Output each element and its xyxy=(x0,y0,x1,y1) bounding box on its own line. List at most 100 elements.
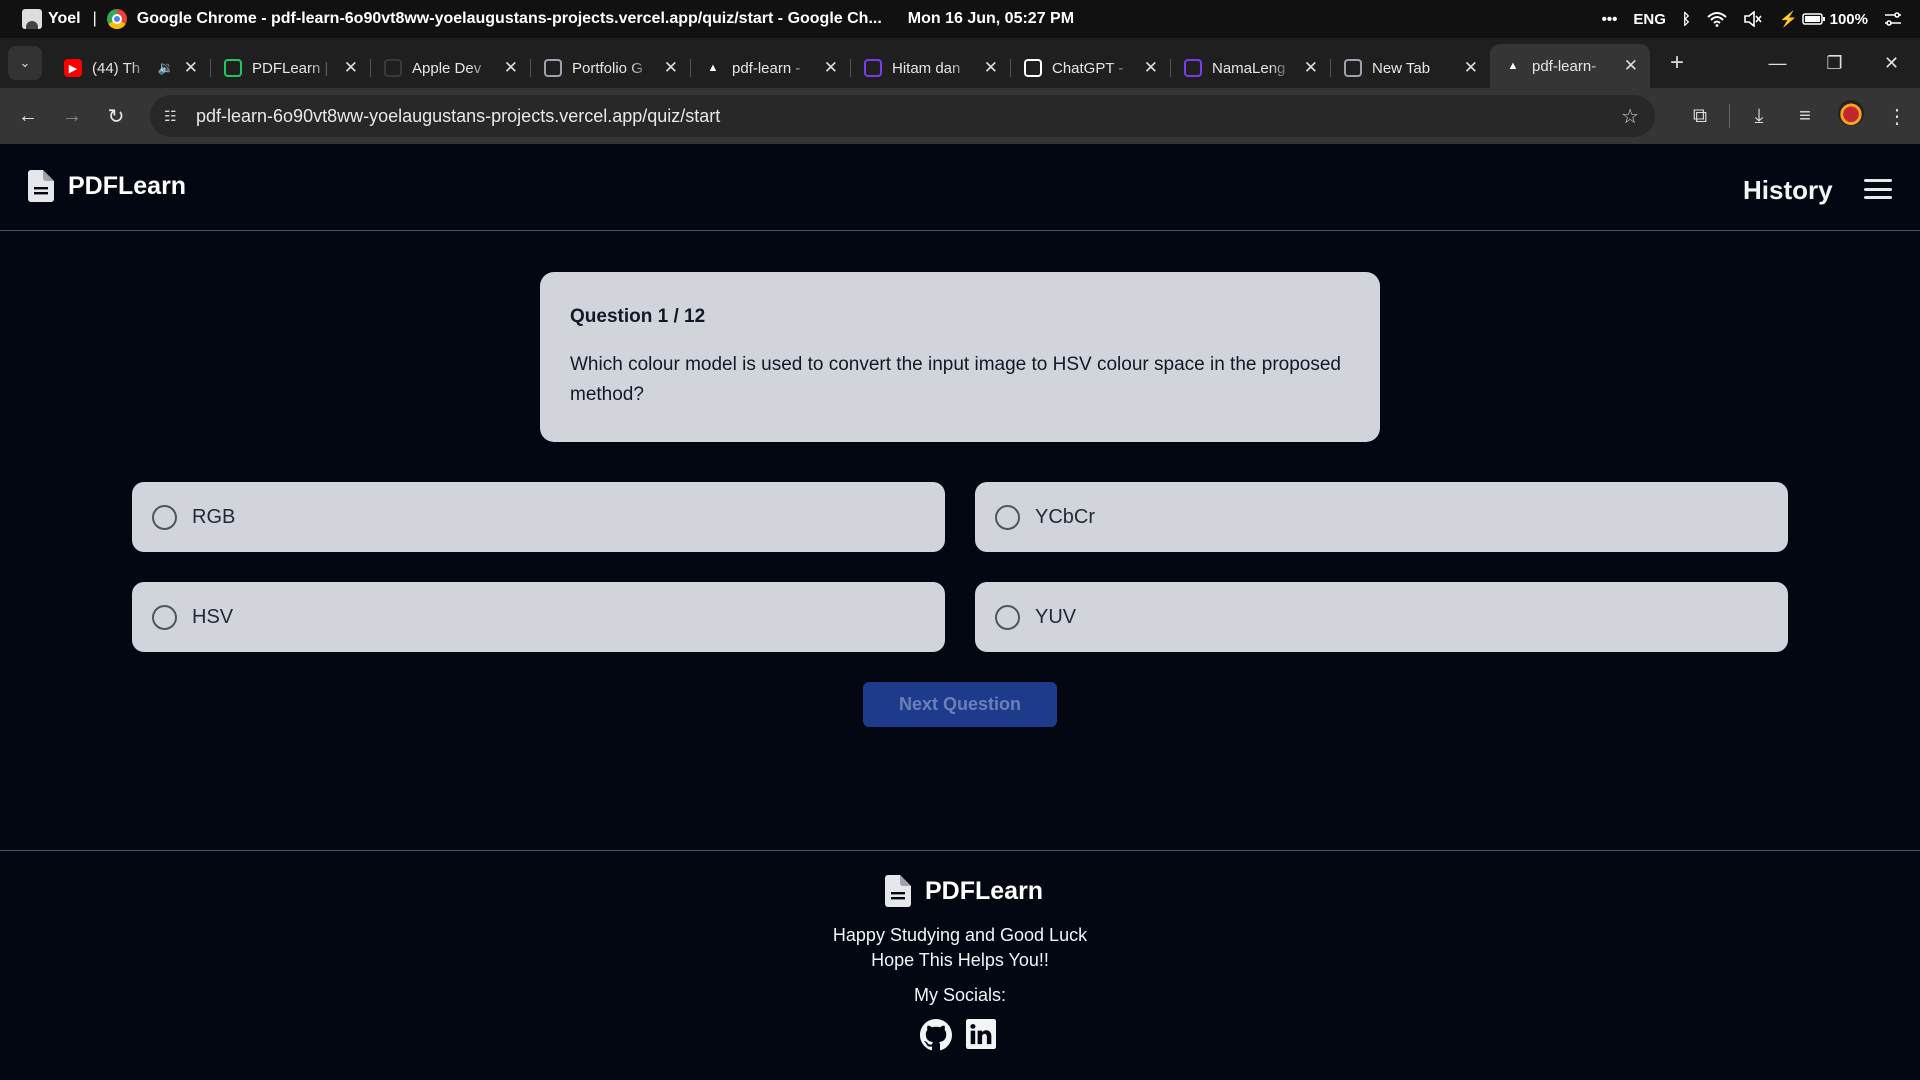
browser-tab[interactable]: Apple Dev ✕ xyxy=(370,48,530,88)
close-icon[interactable]: ✕ xyxy=(184,58,198,78)
option-label: HSV xyxy=(192,605,234,628)
radio-button[interactable] xyxy=(152,604,177,630)
option-label: YUV xyxy=(1035,605,1077,628)
bluetooth-icon[interactable]: ᛒ xyxy=(1682,11,1691,28)
toolbar-divider xyxy=(1729,104,1730,128)
vercel-icon: ▲ xyxy=(1507,60,1519,72)
profile-avatar[interactable] xyxy=(1828,100,1874,132)
browser-tab[interactable]: ChatGPT - ✕ xyxy=(1010,48,1170,88)
browser-tab[interactable]: Portfolio G ✕ xyxy=(530,48,690,88)
footer-tagline-2: Hope This Helps You!! xyxy=(871,950,1049,970)
tab-label: Portfolio G xyxy=(572,59,643,77)
hamburger-menu-icon[interactable] xyxy=(1864,179,1892,199)
restore-button[interactable]: ❐ xyxy=(1806,53,1863,74)
close-icon[interactable]: ✕ xyxy=(984,58,998,78)
globe-icon xyxy=(544,59,562,77)
reload-button[interactable]: ↻ xyxy=(94,104,138,129)
tab-label: Hitam dan xyxy=(892,59,961,77)
question-progress: Question 1 / 12 xyxy=(570,306,706,327)
close-icon[interactable]: ✕ xyxy=(344,58,358,78)
close-icon[interactable]: ✕ xyxy=(824,58,838,78)
vercel-icon: ▲ xyxy=(707,62,719,74)
close-icon[interactable]: ✕ xyxy=(1304,58,1318,78)
answer-option-4[interactable]: YUV xyxy=(975,582,1788,652)
pdflearn-icon xyxy=(224,59,242,77)
canva-icon xyxy=(1184,59,1202,77)
browser-tab[interactable]: Hitam dan ✕ xyxy=(850,48,1010,88)
socials-label: My Socials: xyxy=(913,985,1007,1005)
document-icon xyxy=(885,875,911,907)
next-question-button[interactable]: Next Question xyxy=(863,682,1057,727)
browser-tab[interactable]: ▲ pdf-learn - ✕ xyxy=(690,48,850,88)
site-info-icon[interactable]: ☷ xyxy=(164,108,182,125)
url-text[interactable]: pdf-learn-6o90vt8ww-yoelaugustans-projec… xyxy=(196,106,720,127)
linkedin-icon[interactable] xyxy=(966,1019,996,1049)
brand-label: PDFLearn xyxy=(68,171,187,200)
close-window-button[interactable]: ✕ xyxy=(1863,53,1920,74)
close-icon[interactable]: ✕ xyxy=(1624,56,1638,76)
os-top-bar: Yoel | Google Chrome - pdf-learn-6o90vt8… xyxy=(0,0,1920,38)
tab-label: ChatGPT - xyxy=(1052,59,1124,77)
forward-button[interactable]: → xyxy=(50,105,94,128)
more-icon[interactable]: ••• xyxy=(1602,11,1618,28)
question-text: Which colour model is used to convert th… xyxy=(570,354,1341,405)
media-control-icon[interactable]: ≡ xyxy=(1782,105,1828,128)
radio-button[interactable] xyxy=(995,604,1020,630)
close-icon[interactable]: ✕ xyxy=(1464,58,1478,78)
tab-label: NamaLeng xyxy=(1212,59,1286,77)
tab-label: pdf-learn- xyxy=(1532,57,1597,75)
minimize-button[interactable]: — xyxy=(1749,53,1806,74)
close-icon[interactable]: ✕ xyxy=(664,58,678,78)
browser-tab[interactable]: ▲ pdf-learn- ✕ xyxy=(1490,44,1650,88)
radio-button[interactable] xyxy=(995,504,1020,530)
close-icon[interactable]: ✕ xyxy=(1144,58,1158,78)
tab-strip: ⌄ ▶ (44) Th 🔉 ✕ PDFLearn | ✕ Apple Dev ✕ Portfol… xyxy=(0,38,1920,88)
settings-toggle-icon[interactable] xyxy=(1884,11,1902,27)
new-tab-button[interactable]: + xyxy=(1662,49,1692,77)
browser-menu-icon[interactable]: ⋮ xyxy=(1874,104,1920,129)
os-separator: | xyxy=(92,10,97,27)
mute-icon[interactable] xyxy=(1743,11,1763,27)
tab-label: New Tab xyxy=(1372,59,1431,77)
os-user[interactable]: Yoel xyxy=(22,9,81,29)
wifi-icon[interactable] xyxy=(1707,11,1727,27)
window-title: Google Chrome - pdf-learn-6o90vt8ww-yoel… xyxy=(136,10,882,27)
browser-tab[interactable]: PDFLearn | ✕ xyxy=(210,48,370,88)
footer-tagline-1: Happy Studying and Good Luck xyxy=(832,925,1088,945)
option-label: RGB xyxy=(192,505,236,528)
site-footer: PDFLearn Happy Studying and Good Luck Ho… xyxy=(0,850,1920,1080)
speaker-icon[interactable]: 🔉 xyxy=(158,60,174,76)
chrome-icon xyxy=(1344,59,1362,77)
os-user-name: Yoel xyxy=(48,10,81,27)
footer-brand: PDFLearn xyxy=(885,875,1043,907)
os-clock[interactable]: Mon 16 Jun, 05:27 PM xyxy=(908,10,1074,28)
question-card: Question 1 / 12 Which colour model is us… xyxy=(540,272,1380,442)
apple-dev-icon xyxy=(384,59,402,77)
answer-option-2[interactable]: YCbCr xyxy=(975,482,1788,552)
github-icon[interactable] xyxy=(920,1019,952,1051)
tab-search-button[interactable]: ⌄ xyxy=(8,46,42,80)
back-button[interactable]: ← xyxy=(6,105,50,128)
battery-status[interactable]: ⚡ 100% xyxy=(1778,10,1868,29)
radio-button[interactable] xyxy=(152,504,177,530)
site-brand[interactable]: PDFLearn xyxy=(28,170,186,202)
tab-label: PDFLearn | xyxy=(252,59,329,77)
language-indicator[interactable]: ENG xyxy=(1633,11,1666,28)
social-links xyxy=(920,1019,996,1051)
tab-label: Apple Dev xyxy=(412,59,482,77)
chrome-icon xyxy=(106,9,127,29)
battery-icon xyxy=(1801,13,1825,25)
answer-option-3[interactable]: HSV xyxy=(132,582,945,652)
charging-icon: ⚡ xyxy=(1778,11,1798,28)
bookmark-star-icon[interactable]: ☆ xyxy=(1621,104,1639,129)
browser-tab[interactable]: New Tab ✕ xyxy=(1330,48,1490,88)
user-icon xyxy=(22,9,42,29)
address-bar[interactable]: ☷ pdf-learn-6o90vt8ww-yoelaugustans-proj… xyxy=(150,95,1655,137)
browser-tab[interactable]: NamaLeng ✕ xyxy=(1170,48,1330,88)
close-icon[interactable]: ✕ xyxy=(504,58,518,78)
history-link[interactable]: History xyxy=(1743,175,1833,206)
answer-option-1[interactable]: RGB xyxy=(132,482,945,552)
extensions-icon[interactable]: ⧉ xyxy=(1677,105,1723,128)
download-icon[interactable]: ⤓ xyxy=(1736,105,1782,128)
browser-tab[interactable]: ▶ (44) Th 🔉 ✕ xyxy=(50,48,210,88)
